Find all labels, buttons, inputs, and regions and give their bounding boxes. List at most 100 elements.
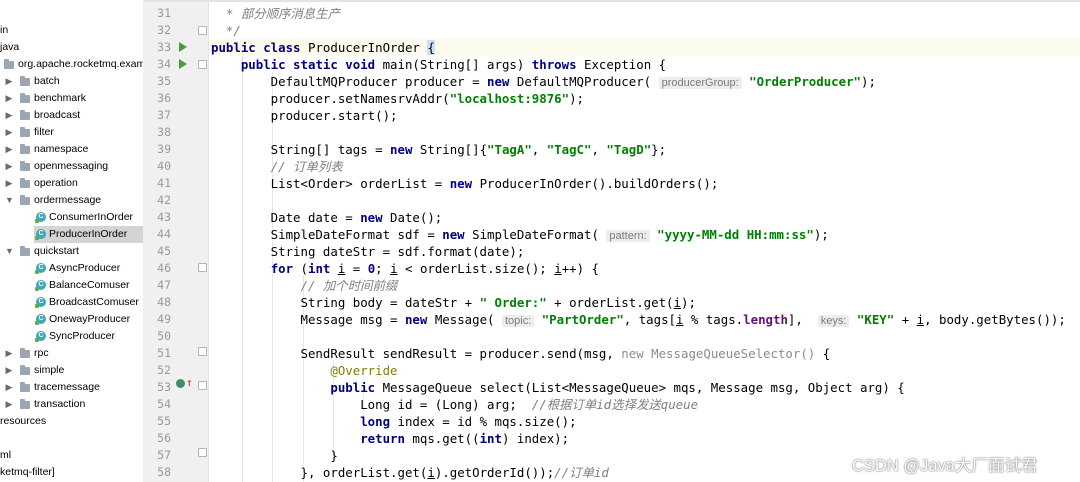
package-folder-icon — [20, 161, 30, 171]
tree-item-label: rpc — [34, 347, 49, 359]
tree-item-package[interactable]: ▶ namespace — [0, 141, 143, 158]
expand-arrow-icon[interactable]: ▶ — [5, 90, 13, 107]
package-folder-icon — [4, 59, 14, 69]
tree-item-class[interactable]: C ProducerInOrder — [34, 226, 143, 243]
expand-arrow-icon[interactable]: ▶ — [5, 141, 13, 158]
expand-arrow-icon[interactable]: ▶ — [5, 362, 13, 379]
line-number: 34 — [157, 57, 171, 71]
tree-item-package[interactable]: ▶ operation — [0, 175, 143, 192]
line-number: 53 — [157, 380, 171, 394]
code-line-51: SendResult sendResult = producer.send(ms… — [211, 346, 831, 361]
line-number: 55 — [157, 414, 171, 428]
tree-item-class[interactable]: C BroadcastComuser — [0, 294, 143, 311]
param-hint: keys: — [817, 315, 850, 327]
tree-item-label: operation — [34, 177, 78, 189]
package-folder-icon — [20, 144, 30, 154]
tree-item-label: benchmark — [34, 92, 86, 104]
tree-item-class[interactable]: C SyncProducer — [0, 328, 143, 345]
tree-item[interactable]: ketmq-filter] — [0, 464, 143, 481]
line-number: 32 — [157, 23, 171, 37]
code-line-49: Message msg = new Message( topic: "PartO… — [211, 312, 1066, 327]
run-main-icon[interactable] — [179, 59, 187, 69]
tree-item-class[interactable]: C ConsumerInOrder — [0, 209, 143, 226]
line-number: 49 — [157, 312, 171, 326]
expand-arrow-icon[interactable]: ▶ — [5, 124, 13, 141]
tree-item-label: in — [0, 24, 9, 36]
run-class-icon[interactable] — [179, 42, 187, 52]
package-folder-icon — [20, 399, 30, 409]
expand-arrow-icon[interactable]: ▶ — [5, 158, 13, 175]
tree-item-package[interactable]: ▶ tracemessage — [0, 379, 143, 396]
implements-method-icon[interactable] — [176, 379, 185, 388]
fold-marker-icon[interactable] — [198, 60, 207, 69]
tree-item-package[interactable]: ▶ benchmark — [0, 90, 143, 107]
collapse-arrow-icon[interactable]: ▼ — [5, 243, 14, 260]
collapse-arrow-icon[interactable]: ▼ — [5, 192, 14, 209]
line-number: 36 — [157, 91, 171, 105]
java-class-icon: C — [35, 297, 46, 308]
tree-item-label: ConsumerInOrder — [49, 211, 134, 223]
fold-marker-icon[interactable] — [198, 263, 207, 272]
tree-item-package[interactable]: ▶ rpc — [0, 345, 143, 362]
expand-arrow-icon[interactable]: ▶ — [5, 379, 13, 396]
watermark: CSDN @Java大厂面试君 — [852, 457, 1038, 475]
tree-item-label: BalanceComuser — [49, 279, 130, 291]
java-class-icon: C — [35, 314, 46, 325]
fold-marker-icon[interactable] — [198, 381, 207, 390]
expand-arrow-icon[interactable]: ▶ — [5, 107, 13, 124]
expand-arrow-icon[interactable]: ▶ — [5, 73, 13, 90]
tree-item[interactable]: ml — [0, 447, 143, 464]
tree-item-package[interactable]: ▶ openmessaging — [0, 158, 143, 175]
tree-item-package[interactable]: ▼ quickstart — [0, 243, 143, 260]
tree-item-package[interactable]: ▶ filter — [0, 124, 143, 141]
tree-item-label: quickstart — [34, 245, 79, 257]
tree-item-package[interactable]: org.apache.rocketmq.exam — [0, 56, 143, 73]
line-number: 41 — [157, 176, 171, 190]
tree-item-class[interactable]: C BalanceComuser — [0, 277, 143, 294]
fold-marker-icon[interactable] — [198, 448, 207, 457]
tree-item-label: org.apache.rocketmq.exam — [18, 58, 143, 70]
code-line-37: producer.start(); — [211, 108, 398, 123]
tree-item-package[interactable]: ▶ broadcast — [0, 107, 143, 124]
java-class-icon: C — [35, 280, 46, 291]
tree-item-label: transaction — [34, 398, 86, 410]
code-line-34: public static void main(String[] args) t… — [240, 57, 667, 72]
tree-item-label: resources — [0, 415, 47, 427]
override-arrow-icon[interactable]: ↑ — [186, 377, 193, 389]
code-editor[interactable]: * 部分顺序消息生产 */ public class ProducerInOrd… — [211, 0, 1080, 482]
line-number: 52 — [157, 363, 171, 377]
tree-item-package[interactable]: ▶ simple — [0, 362, 143, 379]
tree-item-package[interactable]: ▶ batch — [0, 73, 143, 90]
tree-item[interactable]: in — [0, 22, 143, 39]
tree-item-class[interactable]: C AsyncProducer — [0, 260, 143, 277]
code-line-58: }, orderList.get(i).getOrderId());//订单id — [211, 465, 609, 480]
param-hint: pattern: — [606, 230, 650, 242]
java-class-icon: C — [35, 229, 46, 240]
line-number: 37 — [157, 108, 171, 122]
tree-item-label: simple — [34, 364, 65, 376]
code-line-47: // 加个时间前缀 — [300, 278, 398, 293]
line-number: 43 — [157, 210, 171, 224]
tree-item-package[interactable]: ▶ transaction — [0, 396, 143, 413]
expand-arrow-icon[interactable]: ▶ — [5, 396, 13, 413]
code-line-39: String[] tags = new String[]{"TagA", "Ta… — [211, 142, 667, 157]
expand-arrow-icon[interactable]: ▶ — [5, 175, 13, 192]
code-line-40: // 订单列表 — [270, 159, 343, 174]
expand-arrow-icon[interactable]: ▶ — [5, 345, 13, 362]
package-folder-icon — [20, 382, 30, 392]
tree-item-label: BroadcastComuser — [49, 296, 139, 308]
fold-marker-icon[interactable] — [198, 26, 207, 35]
line-number: 54 — [157, 397, 171, 411]
line-number: 44 — [157, 227, 171, 241]
package-folder-icon — [20, 93, 30, 103]
tree-item-label: ketmq-filter] — [0, 466, 55, 478]
tree-item[interactable]: resources — [0, 413, 143, 430]
class-name: ProducerInOrder — [307, 40, 420, 55]
tree-item[interactable]: java — [0, 39, 143, 56]
tree-item-class[interactable]: C OnewayProducer — [0, 311, 143, 328]
tree-item-package[interactable]: ▼ ordermessage — [0, 192, 143, 209]
fold-marker-icon[interactable] — [198, 347, 207, 356]
tree-item-label: batch — [34, 75, 60, 87]
param-hint: topic: — [501, 315, 535, 327]
tree-item[interactable] — [0, 430, 143, 447]
